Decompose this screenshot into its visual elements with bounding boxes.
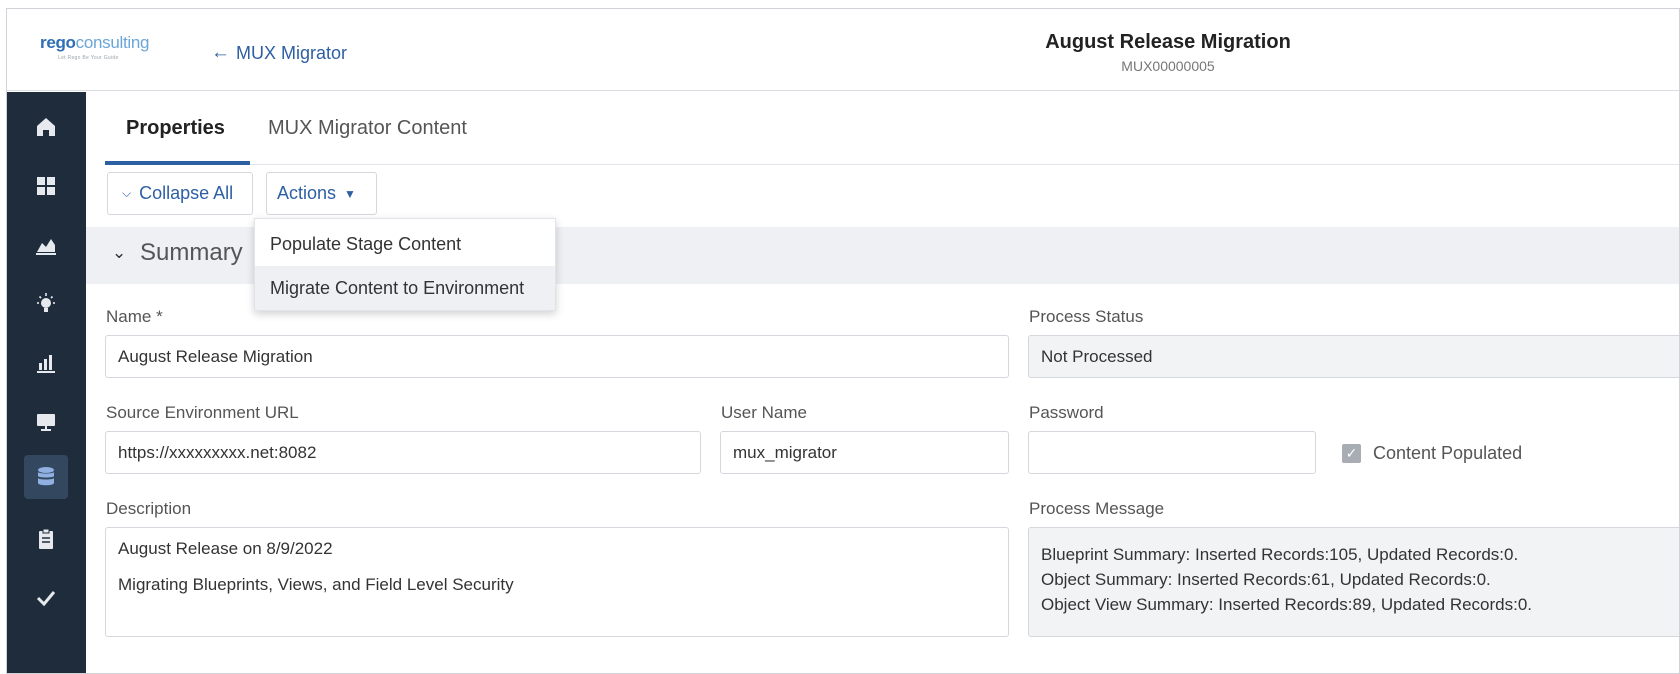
description-line: August Release on 8/9/2022 (118, 539, 333, 558)
record-id: MUX00000005 (1121, 58, 1215, 74)
user-name-label: User Name (721, 403, 807, 422)
actions-label: Actions (277, 183, 337, 203)
left-nav-sidebar (7, 92, 86, 673)
logo-text-rego: rego (40, 33, 76, 52)
content-populated-checkbox[interactable]: ✓ (1342, 444, 1361, 463)
description-label: Description (106, 499, 192, 518)
home-icon[interactable] (24, 105, 68, 149)
chevron-down-icon: ⌄ (112, 243, 127, 262)
back-arrow-icon: ← (211, 42, 230, 63)
description-line: Migrating Blueprints, Views, and Field L… (118, 575, 514, 594)
process-status-label: Process Status (1029, 307, 1144, 326)
content-populated-label: Content Populated (1373, 443, 1523, 463)
logo-tagline: Let Rego Be Your Guide (58, 55, 119, 61)
collapse-all-label: Collapse All (139, 183, 234, 203)
process-message-label: Process Message (1029, 499, 1165, 518)
app-header: regoconsulting Let Rego Be Your Guide ← … (7, 9, 1679, 91)
database-icon[interactable] (24, 455, 68, 499)
lightbulb-icon[interactable] (24, 282, 68, 326)
source-environment-url-label: Source Environment URL (106, 403, 299, 422)
tab-mux-migrator-content[interactable]: MUX Migrator Content (268, 117, 467, 140)
required-mark: * (156, 307, 163, 326)
source-environment-url-field[interactable]: https://xxxxxxxxx.net:8082 (105, 431, 701, 474)
process-message-field: Blueprint Summary: Inserted Records:105,… (1028, 527, 1679, 637)
collapse-all-button[interactable]: ⌵ Collapse All (107, 172, 253, 215)
tab-properties[interactable]: Properties (126, 117, 225, 140)
area-chart-icon[interactable] (24, 223, 68, 267)
process-message-line: Object Summary: Inserted Records:61, Upd… (1041, 570, 1491, 589)
rego-logo[interactable]: regoconsulting Let Rego Be Your Guide (40, 33, 160, 73)
caret-down-icon: ▼ (344, 186, 356, 201)
password-label: Password (1029, 403, 1104, 422)
name-field[interactable]: August Release Migration (105, 335, 1009, 378)
section-title: Summary (140, 239, 243, 266)
clipboard-icon[interactable] (24, 517, 68, 561)
process-message-line: Object View Summary: Inserted Records:89… (1041, 595, 1533, 614)
actions-dropdown-button[interactable]: Actions ▼ (266, 172, 377, 215)
logo-text-consulting: consulting (75, 33, 150, 52)
page-title: August Release Migration (1045, 31, 1291, 53)
back-link-label: MUX Migrator (236, 42, 348, 63)
chevron-down-icon: ⌵ (122, 186, 132, 200)
menu-item-populate-stage-content[interactable]: Populate Stage Content (255, 222, 555, 266)
name-label: Name * (106, 307, 163, 327)
grid-icon[interactable] (24, 164, 68, 208)
password-field[interactable] (1028, 431, 1316, 474)
process-message-line: Blueprint Summary: Inserted Records:105,… (1041, 545, 1519, 564)
description-field[interactable]: August Release on 8/9/2022 Migrating Blu… (105, 527, 1009, 637)
back-to-mux-migrator-link[interactable]: ← MUX Migrator (211, 42, 347, 64)
name-label-text: Name (106, 307, 152, 326)
user-name-field[interactable]: mux_migrator (720, 431, 1009, 474)
process-status-field: Not Processed (1028, 335, 1679, 378)
record-tabs: Properties MUX Migrator Content (105, 91, 1679, 165)
active-tab-indicator (105, 161, 250, 165)
bar-chart-icon[interactable] (24, 341, 68, 385)
monitor-icon[interactable] (24, 400, 68, 444)
app-window: regoconsulting Let Rego Be Your Guide ← … (6, 8, 1680, 674)
check-icon[interactable] (24, 576, 68, 620)
actions-dropdown-menu: Populate Stage Content Migrate Content t… (254, 218, 556, 311)
content-populated-checkbox-group: ✓ Content Populated (1342, 443, 1522, 464)
menu-item-migrate-content-to-environment[interactable]: Migrate Content to Environment (255, 266, 555, 310)
record-title-block: August Release Migration MUX00000005 (1038, 31, 1298, 74)
